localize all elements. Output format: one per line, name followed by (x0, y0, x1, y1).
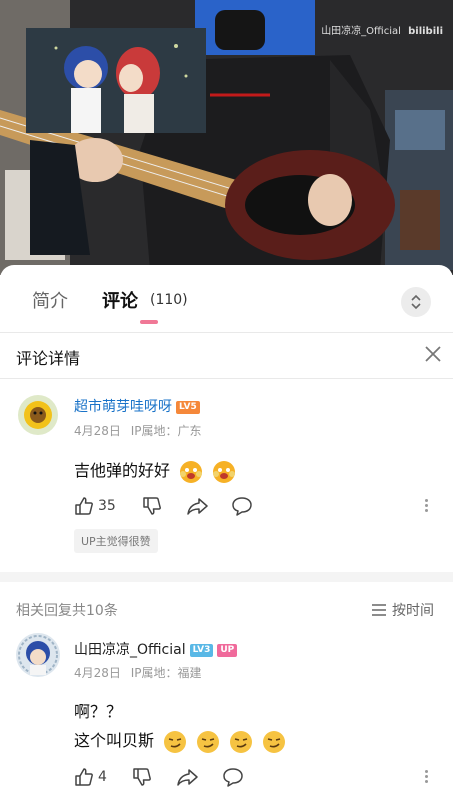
smirk-emoji-icon (263, 730, 286, 753)
tab-comments[interactable]: 评论 (102, 287, 138, 313)
smirk-emoji-icon (164, 730, 187, 753)
comment-text-row: 吉他弹的好好 (74, 457, 236, 484)
comment-bubble-icon (232, 497, 252, 516)
like-count: 35 (98, 498, 116, 514)
like-button[interactable]: 35 (74, 495, 116, 517)
reply-meta: 4月28日 IP属地：福建 (74, 664, 202, 681)
reply-username[interactable]: 山田凉凉_Official (74, 642, 186, 658)
more-options-button[interactable] (424, 497, 428, 514)
up-badge: UP (217, 643, 238, 657)
like-count: 4 (98, 769, 107, 785)
active-tab-indicator (140, 320, 158, 324)
replies-count: 相关回复共10条 (16, 603, 118, 619)
share-button[interactable] (177, 766, 199, 788)
sort-list-icon (372, 604, 386, 616)
sunflower-avatar-icon (18, 395, 58, 435)
tabs-divider (0, 332, 453, 333)
anime-overlay-image (26, 28, 206, 133)
thumbs-down-icon (133, 768, 151, 786)
reply-text-row: 这个叫贝斯 (74, 727, 286, 754)
comment-actions: 35 (74, 495, 444, 517)
level-badge: LV5 (176, 400, 200, 414)
expand-toggle-button[interactable] (401, 287, 431, 317)
share-button[interactable] (187, 495, 209, 517)
up-liked-badge: UP主觉得很赞 (74, 529, 158, 553)
comment-text: 吉他弹的好好 (74, 461, 171, 480)
comment-username[interactable]: 超市萌芽哇呀呀 (74, 399, 172, 415)
tab-intro[interactable]: 简介 (32, 287, 68, 313)
comment-bubble-icon (223, 768, 243, 787)
comment-ip: IP属地：广东 (130, 424, 202, 438)
sort-button[interactable]: 按时间 (371, 600, 434, 620)
avatar[interactable] (16, 633, 60, 677)
dislike-button[interactable] (142, 495, 162, 517)
smirk-emoji-icon (197, 730, 220, 753)
reply-actions: 4 (74, 766, 444, 788)
reply-username-row: 山田凉凉_Official LV3 UP (74, 639, 238, 659)
comment-meta: 4月28日 IP属地：广东 (74, 422, 202, 439)
bilibili-logo: bilibili (408, 26, 443, 37)
chevron-up-down-icon (411, 294, 421, 310)
reply-button[interactable] (222, 766, 244, 788)
like-button[interactable]: 4 (74, 766, 107, 788)
close-button[interactable] (423, 344, 443, 364)
watermark-user: 山田凉凉_Official (321, 26, 401, 37)
comment-detail-title: 评论详情 (16, 349, 81, 368)
thumbs-down-icon (143, 497, 161, 515)
share-icon (177, 769, 198, 786)
reply-date: 4月28日 (74, 666, 121, 680)
dislike-button[interactable] (132, 766, 152, 788)
reply-button[interactable] (231, 495, 253, 517)
video-watermark: 山田凉凉_Official bilibili (321, 22, 443, 37)
comment-count: (110) (150, 292, 188, 308)
reply-ip: IP属地：福建 (130, 666, 202, 680)
video-player[interactable]: 山田凉凉_Official bilibili (0, 0, 453, 275)
header-divider (0, 378, 453, 379)
thumbs-up-icon (75, 768, 93, 786)
anime-avatar-icon (16, 633, 60, 677)
cheering-emoji-icon (180, 460, 203, 483)
avatar[interactable] (18, 395, 58, 435)
cheering-emoji-icon (213, 460, 236, 483)
sort-label: 按时间 (392, 603, 434, 619)
share-icon (187, 498, 208, 515)
comment-date: 4月28日 (74, 424, 121, 438)
smirk-emoji-icon (230, 730, 253, 753)
close-icon (425, 346, 441, 362)
comment-username-row: 超市萌芽哇呀呀 LV5 (74, 396, 200, 416)
reply-text-line2: 这个叫贝斯 (74, 731, 155, 750)
more-options-button[interactable] (424, 768, 428, 785)
comment-panel: 简介 评论 (110) 评论详情 超市萌芽哇呀呀 LV5 4月28日 IP属地：广… (0, 265, 453, 800)
section-separator (0, 572, 453, 582)
reply-text-line1: 啊？？ (74, 702, 123, 721)
thumbs-up-icon (75, 497, 93, 515)
anime-characters-illustration (26, 28, 206, 133)
level-badge: LV3 (189, 643, 214, 657)
